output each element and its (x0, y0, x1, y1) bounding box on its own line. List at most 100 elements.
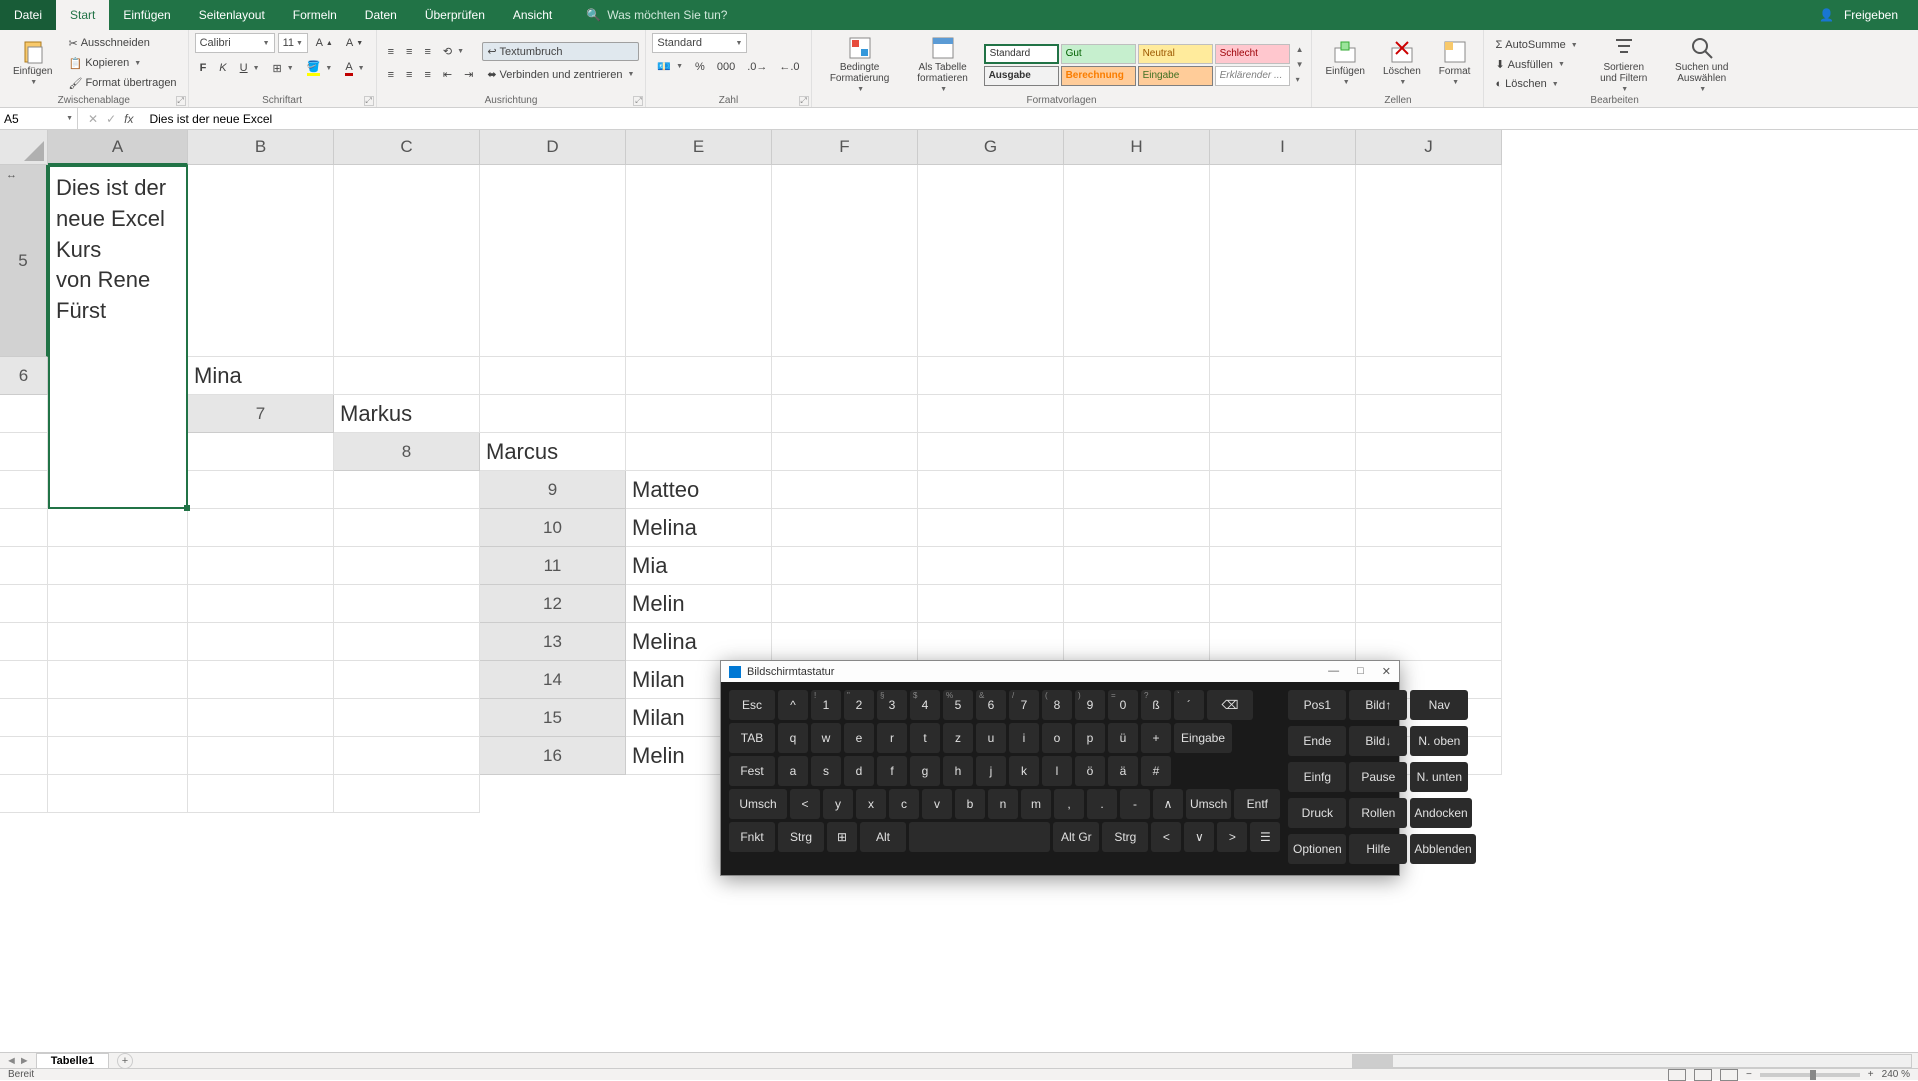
cell-A10[interactable]: Melina (626, 509, 772, 547)
cell-H6[interactable] (1210, 357, 1356, 395)
osk-key-z[interactable]: z (943, 723, 973, 753)
cell-B5[interactable] (188, 165, 334, 357)
row-header-8[interactable]: 8 (334, 433, 480, 471)
row-header-15[interactable]: 15 (480, 699, 626, 737)
cell-F5[interactable] (772, 165, 918, 357)
tab-datei[interactable]: Datei (0, 0, 56, 30)
style-standard[interactable]: Standard (984, 44, 1059, 64)
cell-J6[interactable] (0, 395, 48, 433)
user-icon[interactable]: 👤 (1819, 8, 1834, 22)
insert-cells-button[interactable]: Einfügen▼ (1318, 37, 1371, 90)
cell-C9[interactable] (918, 471, 1064, 509)
row-header-9[interactable]: 9 (480, 471, 626, 509)
cell-J8[interactable] (334, 471, 480, 509)
osk-key-4[interactable]: $4 (910, 690, 940, 720)
osk-key-Umsch[interactable]: Umsch (729, 789, 787, 819)
cell-B8[interactable] (626, 433, 772, 471)
style-berechnung[interactable]: Berechnung (1061, 66, 1136, 86)
cell-G15[interactable] (0, 737, 48, 775)
cell-J12[interactable] (334, 623, 480, 661)
cell-C6[interactable] (480, 357, 626, 395)
osk-key-Hilfe[interactable]: Hilfe (1349, 834, 1407, 864)
tab-seitenlayout[interactable]: Seitenlayout (185, 0, 279, 30)
osk-key-space[interactable] (909, 822, 1050, 852)
tab-überprüfen[interactable]: Überprüfen (411, 0, 499, 30)
cell-I6[interactable] (1356, 357, 1502, 395)
cell-B13[interactable] (772, 623, 918, 661)
cell-D6[interactable] (626, 357, 772, 395)
cell-G7[interactable] (1210, 395, 1356, 433)
osk-key-u[interactable]: u (976, 723, 1006, 753)
cell-G6[interactable] (1064, 357, 1210, 395)
osk-key-e[interactable]: e (844, 723, 874, 753)
tab-formeln[interactable]: Formeln (279, 0, 351, 30)
cell-H12[interactable] (48, 623, 188, 661)
osk-key-Bild↑[interactable]: Bild↑ (1349, 690, 1407, 720)
zoom-out-button[interactable]: − (1746, 1069, 1752, 1080)
osk-key-Strg[interactable]: Strg (1102, 822, 1148, 852)
osk-key-k[interactable]: k (1009, 756, 1039, 786)
tab-einfügen[interactable]: Einfügen (109, 0, 184, 30)
cell-D12[interactable] (1064, 585, 1210, 623)
cell-E12[interactable] (1210, 585, 1356, 623)
osk-key-<[interactable]: < (790, 789, 820, 819)
cell-E5[interactable] (626, 165, 772, 357)
increase-decimal-button[interactable]: .0→ (742, 57, 772, 76)
cell-J11[interactable] (334, 585, 480, 623)
cell-E8[interactable] (1064, 433, 1210, 471)
decrease-decimal-button[interactable]: ←.0 (774, 57, 804, 76)
style-eingabe[interactable]: Eingabe (1138, 66, 1213, 86)
osk-key-Optionen[interactable]: Optionen (1288, 834, 1346, 864)
cell-J10[interactable] (334, 547, 480, 585)
fill-color-button[interactable]: 🪣▼ (302, 57, 338, 79)
osk-key-´[interactable]: `´ (1174, 690, 1204, 720)
tab-start[interactable]: Start (56, 0, 109, 30)
style-neutral[interactable]: Neutral (1138, 44, 1213, 64)
row-header-10[interactable]: 10 (480, 509, 626, 547)
cell-I11[interactable] (188, 585, 334, 623)
cell-B9[interactable] (772, 471, 918, 509)
accounting-button[interactable]: 💶▼ (652, 57, 688, 76)
decrease-font-button[interactable]: A▼ (341, 33, 368, 53)
cell-A6[interactable]: Mina (188, 357, 334, 395)
column-header-C[interactable]: C (334, 130, 480, 165)
osk-key-Esc[interactable]: Esc (729, 690, 775, 720)
increase-font-button[interactable]: A▲ (311, 33, 338, 53)
wrap-text-button[interactable]: ↩Textumbruch (482, 42, 639, 61)
osk-key-Alt Gr[interactable]: Alt Gr (1053, 822, 1099, 852)
osk-titlebar[interactable]: Bildschirmtastatur — □ ✕ (721, 661, 1399, 682)
cell-C8[interactable] (772, 433, 918, 471)
format-cells-button[interactable]: Format▼ (1432, 37, 1478, 90)
cell-A5[interactable]: Dies ist der neue Excel Kurs von Rene Fü… (48, 165, 188, 509)
maximize-icon[interactable]: □ (1357, 665, 1364, 678)
osk-key-w[interactable]: w (811, 723, 841, 753)
decrease-indent-button[interactable]: ⇤ (438, 65, 457, 84)
cell-D9[interactable] (1064, 471, 1210, 509)
cell-C5[interactable] (334, 165, 480, 357)
share-button[interactable]: Freigeben (1844, 8, 1898, 22)
osk-key-a[interactable]: a (778, 756, 808, 786)
osk-key-h[interactable]: h (943, 756, 973, 786)
column-header-J[interactable]: J (1356, 130, 1502, 165)
align-middle-button[interactable]: ≡ (401, 42, 417, 61)
cell-I10[interactable] (188, 547, 334, 585)
osk-key-.[interactable]: . (1087, 789, 1117, 819)
cell-H16[interactable] (48, 775, 188, 813)
osk-key-8[interactable]: (8 (1042, 690, 1072, 720)
tell-me-search[interactable]: 🔍 Was möchten Sie tun? (586, 8, 727, 22)
clear-button[interactable]: ◐Löschen▼ (1490, 75, 1582, 93)
sheet-nav-next-icon[interactable]: ► (19, 1055, 30, 1067)
cell-H9[interactable] (48, 509, 188, 547)
cell-G13[interactable] (0, 661, 48, 699)
horizontal-scrollbar[interactable] (1352, 1054, 1912, 1068)
osk-key-Bild↓[interactable]: Bild↓ (1349, 726, 1407, 756)
orientation-button[interactable]: ⟲▼ (438, 42, 469, 61)
cell-I15[interactable] (188, 737, 334, 775)
osk-key-+[interactable]: + (1141, 723, 1171, 753)
osk-key-q[interactable]: q (778, 723, 808, 753)
cell-A7[interactable]: Markus (334, 395, 480, 433)
style-gut[interactable]: Gut (1061, 44, 1136, 64)
style-schlecht[interactable]: Schlecht (1215, 44, 1290, 64)
osk-key-^[interactable]: ^ (778, 690, 808, 720)
osk-key-,[interactable]: , (1054, 789, 1084, 819)
